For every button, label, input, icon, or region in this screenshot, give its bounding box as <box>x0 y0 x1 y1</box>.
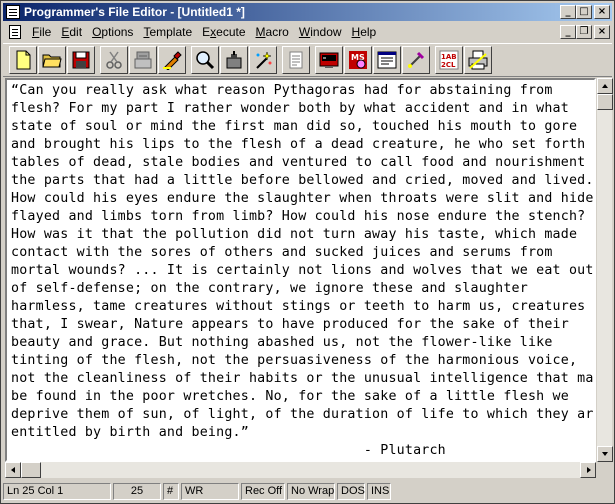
editor-line[interactable]: be found in the poor wretches. No, for t… <box>11 389 569 404</box>
minimize-button[interactable]: _ <box>560 5 576 19</box>
editor-line[interactable]: entitled by birth and being.” <box>11 425 249 440</box>
document-list-icon <box>289 51 303 69</box>
menu-template[interactable]: Template <box>138 25 197 39</box>
editor-line[interactable]: tinting of the flesh, not the persuasive… <box>11 353 577 368</box>
insert-file-button[interactable] <box>282 46 310 74</box>
scroll-left-button[interactable] <box>5 462 21 478</box>
status-wrap: No Wrap <box>287 483 335 500</box>
doc-close-button[interactable]: × <box>594 25 610 39</box>
scroll-up-button[interactable] <box>597 78 613 94</box>
replace-icon <box>226 51 242 69</box>
copy-button[interactable] <box>129 46 157 74</box>
ms-help-button[interactable]: MS <box>344 46 372 74</box>
status-bar: Ln 25 Col 1 25 # WR Rec Off No Wrap DOS … <box>3 482 612 501</box>
copy-icon <box>134 51 152 69</box>
tools-button[interactable] <box>402 46 430 74</box>
open-button[interactable] <box>38 46 66 74</box>
toolbar: MS 1AB 2CL <box>3 43 612 77</box>
status-rec: Rec Off <box>241 483 285 500</box>
editor-line[interactable]: contact with the sores of others and suc… <box>11 245 553 260</box>
vertical-scrollbar[interactable] <box>596 78 613 462</box>
document-icon[interactable] <box>9 25 21 39</box>
scroll-down-button[interactable] <box>597 446 613 462</box>
options-button[interactable] <box>464 46 492 74</box>
cut-icon <box>106 51 122 69</box>
status-line-count: 25 <box>113 483 161 500</box>
menu-macro[interactable]: Macro <box>251 25 294 39</box>
status-hash: # <box>163 483 179 500</box>
doc-restore-button[interactable]: ❐ <box>576 25 592 39</box>
new-file-icon <box>16 50 31 70</box>
editor-line[interactable]: beauty and grace. But nothing abashed us… <box>11 335 553 350</box>
editor-line[interactable]: of self-defense; on the contrary, we ign… <box>11 281 528 296</box>
paste-button[interactable] <box>158 46 186 74</box>
cut-button[interactable] <box>100 46 128 74</box>
case-change-icon: 1AB2CL <box>439 50 459 70</box>
vertical-scroll-thumb[interactable] <box>597 94 613 110</box>
app-window: Programmer's File Editor - [Untitled1 *]… <box>0 0 615 504</box>
window-list-button[interactable] <box>373 46 401 74</box>
editor-line[interactable]: “Can you really ask what reason Pythagor… <box>11 83 553 98</box>
editor-line[interactable]: mortal wounds? ... It is certainly not l… <box>11 263 594 278</box>
menu-bar: File Edit Options Template Execute Macro… <box>3 22 612 42</box>
menu-help[interactable]: Help <box>347 25 382 39</box>
editor-line[interactable]: How could his eyes endure the slaughter … <box>11 191 594 206</box>
window-list-icon <box>377 51 397 69</box>
printer-icon <box>468 50 488 70</box>
status-ins: INS <box>367 483 391 500</box>
menu-file[interactable]: File <box>27 25 56 39</box>
text-editor[interactable]: “Can you really ask what reason Pythagor… <box>5 78 596 462</box>
find-icon <box>196 51 215 70</box>
svg-text:2CL: 2CL <box>441 61 456 69</box>
editor-content[interactable]: “Can you really ask what reason Pythagor… <box>7 80 594 460</box>
status-position: Ln 25 Col 1 <box>3 483 111 500</box>
horizontal-scroll-thumb[interactable] <box>21 462 41 478</box>
editor-line[interactable]: tables of dead, stale bodies and venture… <box>11 155 585 170</box>
dos-command-button[interactable] <box>315 46 343 74</box>
horizontal-scrollbar[interactable] <box>5 462 596 478</box>
status-mode: DOS <box>337 483 365 500</box>
save-icon <box>72 51 90 69</box>
magic-icon <box>256 51 272 69</box>
editor-line[interactable]: and brought his lips to the flesh of a d… <box>11 137 585 152</box>
editor-line[interactable]: that, I swear, Nature appears to have pr… <box>11 317 569 332</box>
paste-icon <box>163 51 182 70</box>
status-wr: WR <box>181 483 239 500</box>
document-window-controls: _ ❐ × <box>560 25 610 39</box>
tools-icon <box>408 51 425 68</box>
editor-line[interactable]: the parts that had a little before bello… <box>11 173 594 188</box>
case-change-button[interactable]: 1AB 2CL <box>435 46 463 74</box>
menu-edit[interactable]: Edit <box>56 25 87 39</box>
maximize-button[interactable]: □ <box>576 5 592 19</box>
editor-line[interactable]: state of soul or mind the first man did … <box>11 119 577 134</box>
menu-window[interactable]: Window <box>294 25 347 39</box>
editor-line[interactable]: deprive them of sun, of light, of the du… <box>11 407 594 422</box>
title-bar[interactable]: Programmer's File Editor - [Untitled1 *]… <box>3 3 612 21</box>
window-controls: _ □ × <box>560 5 610 19</box>
close-button[interactable]: × <box>594 5 610 19</box>
save-button[interactable] <box>67 46 95 74</box>
doc-minimize-button[interactable]: _ <box>560 25 576 39</box>
new-file-button[interactable] <box>9 46 37 74</box>
replace-button[interactable] <box>220 46 248 74</box>
svg-text:1AB: 1AB <box>441 53 457 61</box>
open-folder-icon <box>42 54 62 68</box>
dos-command-icon <box>319 52 339 68</box>
window-title: Programmer's File Editor - [Untitled1 *] <box>24 5 245 19</box>
editor-line[interactable]: - Plutarch <box>11 443 446 458</box>
menu-execute[interactable]: Execute <box>197 25 250 39</box>
wizard-button[interactable] <box>249 46 277 74</box>
menu-options[interactable]: Options <box>87 25 138 39</box>
editor-line[interactable]: not the cleanliness of their habits or t… <box>11 371 594 386</box>
app-icon[interactable] <box>6 5 20 19</box>
scroll-right-button[interactable] <box>580 462 596 478</box>
find-button[interactable] <box>191 46 219 74</box>
editor-line[interactable]: harmless, tame creatures without stings … <box>11 299 585 314</box>
editor-line[interactable]: flayed and limbs torn from limb? How cou… <box>11 209 585 224</box>
editor-line[interactable]: How was it that the pollution did not tu… <box>11 227 577 242</box>
ms-help-icon: MS <box>349 51 367 69</box>
editor-line[interactable]: flesh? For my part I rather wonder both … <box>11 101 569 116</box>
